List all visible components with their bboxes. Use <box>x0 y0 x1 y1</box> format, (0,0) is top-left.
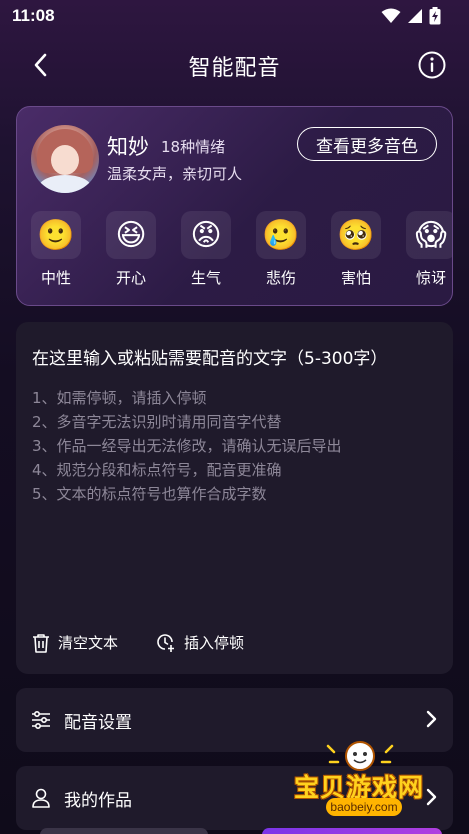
bottom-primary-button[interactable] <box>262 828 442 834</box>
voice-avatar[interactable] <box>31 125 99 193</box>
emotion-neutral[interactable]: 🙂 中性 <box>31 211 81 288</box>
user-icon <box>30 787 52 809</box>
emotion-label: 惊讶 <box>415 269 446 287</box>
tip-item: 3、作品一经导出无法修改，请确认无误后导出 <box>32 437 342 455</box>
tip-item: 2、多音字无法识别时请用同音字代替 <box>32 413 282 431</box>
watermark-logo: 宝贝游戏网 baobeiy.com <box>290 738 440 818</box>
text-input-area[interactable]: 在这里输入或粘贴需要配音的文字（5-300字） 1、如需停顿，请插入停顿 2、多… <box>16 322 453 674</box>
emotion-label: 害怕 <box>340 269 371 287</box>
emotion-list: 🙂 中性 😆 开心 😡 生气 🥲 悲伤 🥺 害怕 😱 惊讶 <box>31 211 452 288</box>
status-time: 11:08 <box>12 6 55 25</box>
tip-item: 1、如需停顿，请插入停顿 <box>32 389 207 407</box>
emotion-afraid[interactable]: 🥺 害怕 <box>331 211 381 288</box>
emotion-angry[interactable]: 😡 生气 <box>181 211 231 288</box>
emotion-sad[interactable]: 🥲 悲伤 <box>256 211 306 288</box>
screaming-face-icon: 😱 <box>415 217 447 253</box>
watermark-url: baobeiy.com <box>326 798 402 816</box>
chevron-right-icon <box>426 710 437 728</box>
emotion-count: 18种情绪 <box>161 138 226 156</box>
emotion-label: 悲伤 <box>265 269 296 287</box>
voice-card: 知妙 18种情绪 温柔女声，亲切可人 查看更多音色 🙂 中性 😆 开心 😡 生气… <box>16 106 453 306</box>
info-button[interactable] <box>417 50 447 80</box>
emotion-surprised[interactable]: 😱 惊讶 <box>406 211 452 288</box>
voice-description: 温柔女声，亲切可人 <box>107 165 243 183</box>
signal-icon <box>408 9 422 23</box>
more-voices-button[interactable]: 查看更多音色 <box>297 127 437 161</box>
trash-icon <box>33 633 49 653</box>
laughing-face-icon: 😆 <box>115 217 147 253</box>
emotion-happy[interactable]: 😆 开心 <box>106 211 156 288</box>
text-input-placeholder[interactable]: 在这里输入或粘贴需要配音的文字（5-300字） <box>32 344 387 369</box>
voice-settings-label: 配音设置 <box>64 712 132 733</box>
pleading-face-icon: 🥺 <box>337 217 375 253</box>
info-icon <box>418 51 446 79</box>
status-icons <box>381 7 441 25</box>
status-bar: 11:08 <box>0 0 469 34</box>
bottom-secondary-button[interactable] <box>40 828 208 834</box>
my-works-label: 我的作品 <box>64 790 132 811</box>
clear-text-button[interactable]: 清空文本 <box>32 632 118 653</box>
wifi-icon <box>381 8 401 23</box>
input-tips: 1、如需停顿，请插入停顿 2、多音字无法识别时请用同音字代替 3、作品一经导出无… <box>32 386 342 506</box>
emotion-label: 生气 <box>190 269 221 287</box>
page-title: 智能配音 <box>188 56 281 81</box>
battery-charging-icon <box>429 7 441 25</box>
text-actions: 清空文本 插入停顿 <box>32 632 244 653</box>
tip-item: 5、文本的标点符号也算作合成字数 <box>32 485 267 503</box>
header: 智能配音 <box>0 40 469 90</box>
emotion-label: 开心 <box>115 269 146 287</box>
tip-item: 4、规范分段和标点符号，配音更准确 <box>32 461 282 479</box>
voice-name: 知妙 <box>107 135 149 159</box>
insert-pause-icon <box>157 633 175 652</box>
sad-face-icon: 🥲 <box>262 217 300 253</box>
clear-text-label: 清空文本 <box>58 634 119 652</box>
angry-face-icon: 😡 <box>190 217 222 253</box>
neutral-face-icon: 🙂 <box>37 217 75 253</box>
insert-pause-label: 插入停顿 <box>184 634 245 652</box>
sliders-icon <box>30 709 52 731</box>
emotion-label: 中性 <box>40 269 71 287</box>
insert-pause-button[interactable]: 插入停顿 <box>156 632 244 653</box>
